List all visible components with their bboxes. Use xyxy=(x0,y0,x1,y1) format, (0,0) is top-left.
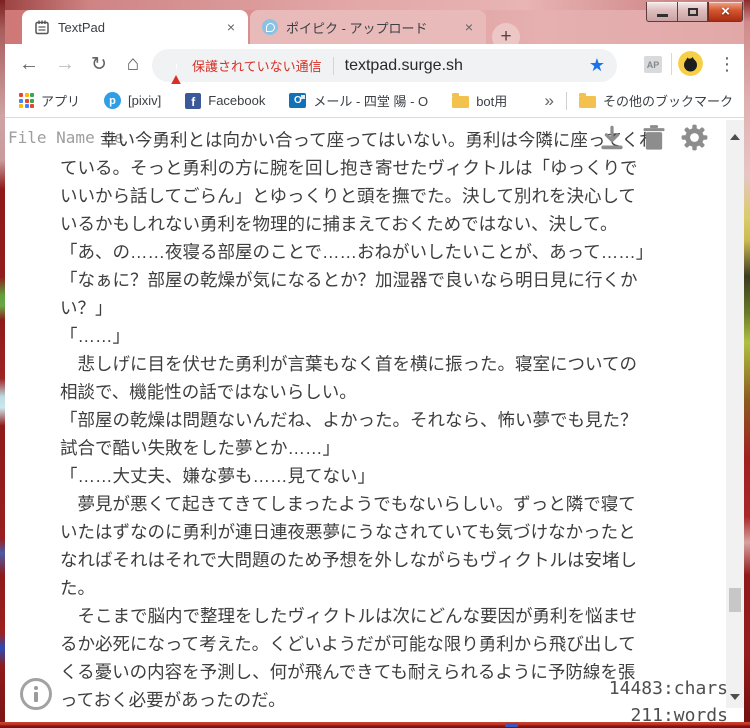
apps-grid-icon xyxy=(19,93,34,108)
reload-button[interactable]: ↻ xyxy=(84,44,114,84)
text-line: 「あ、の……夜寝る部屋のことで……おねがいしたいことが、あって……」 xyxy=(60,242,654,262)
text-line: いいから話してごらん」とゆっくりと頭を撫でた。決して別れを決心して xyxy=(60,186,636,206)
text-line: いたはずなのに勇利が連日連夜悪夢にうなされていても気づけなかったと xyxy=(60,522,636,542)
url-text[interactable]: textpad.surge.sh xyxy=(345,57,581,75)
security-warning-text[interactable]: 保護されていない通信 xyxy=(192,56,322,75)
folder-icon xyxy=(452,93,470,108)
text-line: た。 xyxy=(60,578,95,598)
browser-window: × TextPad × ポイピク - アップロード × + ← → ↻ ⌂ ! … xyxy=(0,0,750,728)
minimize-button[interactable] xyxy=(646,2,677,22)
notepad-favicon xyxy=(35,20,49,35)
bookmark-label: アプリ xyxy=(41,94,81,109)
browser-toolbar: ← → ↻ ⌂ ! 保護されていない通信 textpad.surge.sh ★ … xyxy=(0,44,750,90)
gear-icon xyxy=(681,124,708,151)
text-editor[interactable]: 幸い今勇利とは向かい合って座ってはいない。勇利は今隣に座ってくれ ている。そっと… xyxy=(60,126,657,714)
page-content: 幸い今勇利とは向かい合って座ってはいない。勇利は今隣に座ってくれ ている。そっと… xyxy=(0,118,750,726)
window-controls: × xyxy=(646,2,743,22)
back-button[interactable]: ← xyxy=(14,44,44,84)
info-button[interactable] xyxy=(20,678,52,710)
tab-title: TextPad xyxy=(58,19,105,35)
text-line: 「部屋の乾燥は問題ないんだね、よかった。それなら、怖い夢でも見た？ xyxy=(60,410,638,430)
home-button[interactable]: ⌂ xyxy=(118,44,148,84)
text-line: くる憂いの内容を予測し、何が飛んできても耐えられるように予防線を張 xyxy=(60,662,636,682)
other-bookmarks-button[interactable]: その他のブックマーク xyxy=(578,91,733,110)
bookmark-folder-bot[interactable]: bot用 xyxy=(452,91,507,110)
maximize-icon xyxy=(687,7,698,16)
scroll-up-arrow-icon[interactable] xyxy=(730,134,740,140)
text-line: いるかもしれない勇利を物理的に捕まえておくためではない、決して。 xyxy=(60,214,618,234)
text-line: るか必死になって考えた。くどいようだが可能な限り勇利から飛び出して xyxy=(60,634,636,654)
maximize-button[interactable] xyxy=(677,2,708,22)
avatar-image xyxy=(678,51,703,76)
scroll-down-arrow-icon[interactable] xyxy=(730,694,740,700)
info-icon xyxy=(34,686,38,690)
tab-poipiku[interactable]: ポイピク - アップロード × xyxy=(250,10,486,44)
text-line: い？」 xyxy=(60,298,113,318)
tab-strip: TextPad × ポイピク - アップロード × + xyxy=(0,10,750,51)
frame-artifact xyxy=(505,723,518,727)
close-window-button[interactable]: × xyxy=(708,2,743,22)
chrome-menu-button[interactable]: ⋮ xyxy=(713,44,741,84)
trash-icon xyxy=(643,125,665,150)
download-button[interactable] xyxy=(597,123,627,158)
text-line: 試合で酷い失敗をした夢とか……」 xyxy=(60,438,340,458)
bookmark-label: [pixiv] xyxy=(128,93,162,108)
folder-icon xyxy=(578,93,596,108)
pixiv-icon: p xyxy=(104,92,122,109)
bookmarks-bar: アプリ p [pixiv] f Facebook O メール - 四堂 陽 - … xyxy=(5,84,745,118)
bookmark-apps[interactable]: アプリ xyxy=(19,91,80,110)
text-line: 悲しげに目を伏せた勇利が言葉もなく首を横に振った。寝室についての xyxy=(60,354,637,374)
address-bar[interactable]: ! 保護されていない通信 textpad.surge.sh ★ xyxy=(152,49,617,90)
toolbar-separator xyxy=(671,53,672,75)
text-line: 相談で、機能性の話ではないらしい。 xyxy=(60,382,357,402)
bookmark-label: メール - 四堂 陽 - O xyxy=(313,94,429,109)
settings-button[interactable] xyxy=(679,122,710,158)
bookmark-pixiv[interactable]: p [pixiv] xyxy=(104,92,161,109)
omnibox-separator xyxy=(332,56,334,75)
window-frame-right xyxy=(744,0,750,728)
forward-button: → xyxy=(55,52,75,75)
facebook-icon: f xyxy=(185,92,202,109)
download-icon xyxy=(601,125,623,150)
other-bookmarks-label: その他のブックマーク xyxy=(602,94,733,109)
window-frame-left xyxy=(0,0,5,728)
outlook-icon: O xyxy=(289,93,307,108)
text-line: 夢見が悪くて起きてきてしまったようでもないらしい。ずっと隣で寝て xyxy=(60,494,636,514)
tab-title: ポイピク - アップロード xyxy=(286,20,428,36)
minimize-icon xyxy=(656,14,668,17)
text-line: そこまで脳内で整理をしたヴィクトルは次にどんな要因が勇利を悩ませ xyxy=(60,606,637,626)
bookmarks-separator xyxy=(565,91,567,110)
bookmark-facebook[interactable]: f Facebook xyxy=(185,92,266,109)
text-line: 「なぁに？部屋の乾燥が気になるとか？加湿器で良いなら明日見に行くか xyxy=(60,270,638,290)
text-line: 「……大丈夫、嫌な夢も……見てない」 xyxy=(60,466,375,486)
tab-close-button[interactable]: × xyxy=(462,19,476,35)
bookmark-mail[interactable]: O メール - 四堂 陽 - O xyxy=(289,91,428,110)
text-line: ている。そっと勇利の方に腕を回し抱き寄せたヴィクトルは「ゆっくりで xyxy=(60,158,638,178)
window-frame-bottom xyxy=(0,722,750,728)
bookmark-label: bot用 xyxy=(476,94,508,109)
window-frame-top xyxy=(0,0,750,10)
security-warning-icon[interactable]: ! xyxy=(168,58,185,90)
profile-avatar[interactable] xyxy=(678,51,703,76)
close-icon: × xyxy=(721,3,730,20)
tab-close-button[interactable]: × xyxy=(224,19,238,35)
bookmarks-overflow-button[interactable]: » xyxy=(545,91,554,111)
bookmark-label: Facebook xyxy=(208,93,266,108)
text-line: なればそれはそれで大問題のため予想を外しながらもヴィクトルは安堵し xyxy=(60,550,637,570)
delete-button[interactable] xyxy=(641,124,667,157)
bookmark-star-icon[interactable]: ★ xyxy=(589,55,605,76)
extension-icon[interactable]: AP xyxy=(644,56,662,73)
scrollbar-thumb[interactable] xyxy=(729,588,741,612)
poipiku-favicon xyxy=(262,19,278,35)
text-line: 幸い今勇利とは向かい合って座ってはいない。勇利は今隣に座ってくれ xyxy=(100,130,657,150)
tab-textpad[interactable]: TextPad × xyxy=(22,10,248,44)
text-line: 「……」 xyxy=(60,326,130,346)
scrollbar[interactable] xyxy=(726,120,744,708)
char-count: 14483:chars xyxy=(608,678,728,699)
text-line: っておく必要があったのだ。 xyxy=(60,690,286,710)
